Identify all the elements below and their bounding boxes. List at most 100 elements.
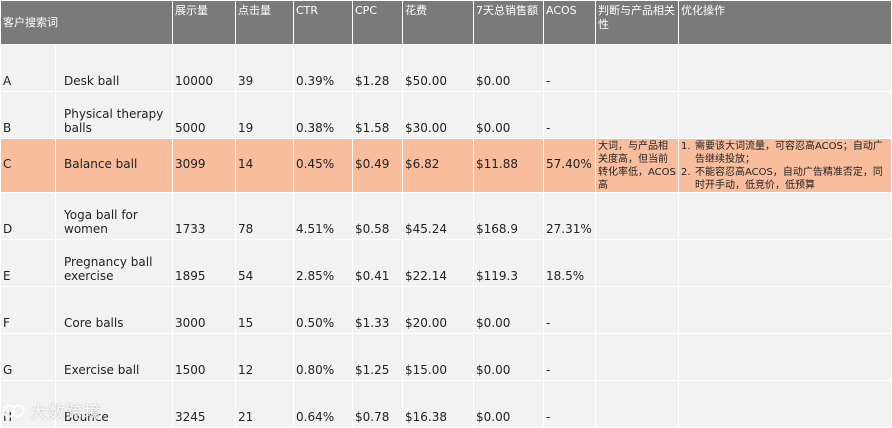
item-number: 1. (681, 141, 691, 152)
row-cpc: $0.78 (352, 380, 403, 428)
row-impressions: 10000 (172, 44, 236, 92)
row-id: F (0, 286, 56, 334)
header-sales-7d: 7天总销售额 (473, 0, 544, 45)
row-id: D (0, 192, 56, 240)
item-number: 2. (681, 167, 691, 178)
optimization-item: 1. 需要该大词流量，可容忍高ACOS；自动广告继续投放； (681, 140, 889, 166)
row-keyword: Core balls (55, 286, 173, 334)
row-clicks: 21 (235, 380, 294, 428)
row-judgement (595, 192, 679, 240)
row-impressions: 3000 (172, 286, 236, 334)
row-acos: 27.31% (543, 192, 596, 240)
row-judgement (595, 239, 679, 287)
table-row: D Yoga ball for women 1733 78 4.51% $0.5… (0, 192, 892, 240)
row-id: C (0, 138, 56, 193)
row-ctr: 0.50% (293, 286, 353, 334)
header-clicks: 点击量 (235, 0, 294, 45)
row-acos: 57.40% (543, 138, 596, 193)
row-acos: - (543, 286, 596, 334)
table-row: H Bounce 3245 21 0.64% $0.78 $16.38 $0.0… (0, 380, 892, 428)
row-impressions: 1500 (172, 333, 236, 381)
row-spend: $6.82 (402, 138, 474, 193)
row-optimization (678, 91, 892, 139)
row-ctr: 4.51% (293, 192, 353, 240)
row-ctr: 0.45% (293, 138, 353, 193)
row-sales: $0.00 (473, 333, 544, 381)
row-acos: - (543, 44, 596, 92)
row-spend: $20.00 (402, 286, 474, 334)
row-clicks: 39 (235, 44, 294, 92)
row-acos: - (543, 91, 596, 139)
row-impressions: 5000 (172, 91, 236, 139)
table-row: A Desk ball 10000 39 0.39% $1.28 $50.00 … (0, 44, 892, 92)
row-cpc: $1.25 (352, 333, 403, 381)
row-judgement (595, 380, 679, 428)
watermark: 大数跨境 (2, 398, 102, 423)
row-keyword: Pregnancy ball exercise (55, 239, 173, 287)
row-keyword: Exercise ball (55, 333, 173, 381)
row-id: G (0, 333, 56, 381)
table-row: B Physical therapy balls 5000 19 0.38% $… (0, 91, 892, 139)
row-sales: $0.00 (473, 44, 544, 92)
search-term-table: 客户搜索词 展示量 点击量 CTR CPC 花费 7天总销售额 ACOS 判断与… (0, 0, 892, 428)
row-sales: $0.00 (473, 380, 544, 428)
optimization-list: 1. 需要该大词流量，可容忍高ACOS；自动广告继续投放； 2. 不能容忍高ACOS… (681, 140, 889, 192)
row-clicks: 19 (235, 91, 294, 139)
header-row: 客户搜索词 展示量 点击量 CTR CPC 花费 7天总销售额 ACOS 判断与… (0, 0, 892, 45)
header-optimization: 优化操作 (678, 0, 892, 45)
row-optimization (678, 44, 892, 92)
row-keyword: Physical therapy balls (55, 91, 173, 139)
row-optimization (678, 239, 892, 287)
row-sales: $0.00 (473, 286, 544, 334)
header-judgement: 判断与产品相关性 (595, 0, 679, 45)
row-optimization (678, 380, 892, 428)
table-row-highlighted: C Balance ball 3099 14 0.45% $0.49 $6.82… (0, 138, 892, 193)
row-clicks: 54 (235, 239, 294, 287)
row-keyword: Yoga ball for women (55, 192, 173, 240)
row-judgement (595, 91, 679, 139)
row-clicks: 78 (235, 192, 294, 240)
row-acos: - (543, 380, 596, 428)
row-keyword: Desk ball (55, 44, 173, 92)
row-sales: $0.00 (473, 91, 544, 139)
watermark-text: 大数跨境 (30, 403, 102, 423)
row-optimization (678, 192, 892, 240)
row-sales: $119.3 (473, 239, 544, 287)
row-keyword: Balance ball (55, 138, 173, 193)
row-judgement (595, 333, 679, 381)
row-cpc: $0.49 (352, 138, 403, 193)
logo-icon (2, 404, 25, 417)
header-impressions: 展示量 (172, 0, 236, 45)
table-row: G Exercise ball 1500 12 0.80% $1.25 $15.… (0, 333, 892, 381)
row-judgement: 大词，与产品相关度高，但当前转化率低，ACOS高 (595, 138, 679, 193)
item-text: 不能容忍高ACOS，自动广告精准否定，同时开手动，低竞价，低预算 (695, 167, 883, 191)
header-spend: 花费 (402, 0, 474, 45)
row-sales: $168.9 (473, 192, 544, 240)
row-ctr: 0.39% (293, 44, 353, 92)
row-spend: $45.24 (402, 192, 474, 240)
row-spend: $50.00 (402, 44, 474, 92)
item-text: 需要该大词流量，可容忍高ACOS；自动广告继续投放； (695, 141, 883, 165)
row-judgement (595, 286, 679, 334)
row-impressions: 1733 (172, 192, 236, 240)
row-ctr: 0.64% (293, 380, 353, 428)
row-ctr: 0.80% (293, 333, 353, 381)
row-cpc: $0.58 (352, 192, 403, 240)
row-cpc: $1.28 (352, 44, 403, 92)
row-spend: $30.00 (402, 91, 474, 139)
row-clicks: 14 (235, 138, 294, 193)
row-impressions: 1895 (172, 239, 236, 287)
row-ctr: 0.38% (293, 91, 353, 139)
row-sales: $11.88 (473, 138, 544, 193)
row-spend: $15.00 (402, 333, 474, 381)
row-clicks: 12 (235, 333, 294, 381)
row-optimization (678, 286, 892, 334)
row-impressions: 3099 (172, 138, 236, 193)
row-impressions: 3245 (172, 380, 236, 428)
row-id: E (0, 239, 56, 287)
header-acos: ACOS (543, 0, 596, 45)
row-acos: 18.5% (543, 239, 596, 287)
header-search-term: 客户搜索词 (0, 0, 173, 45)
row-spend: $22.14 (402, 239, 474, 287)
optimization-item: 2. 不能容忍高ACOS，自动广告精准否定，同时开手动，低竞价，低预算 (681, 166, 889, 192)
